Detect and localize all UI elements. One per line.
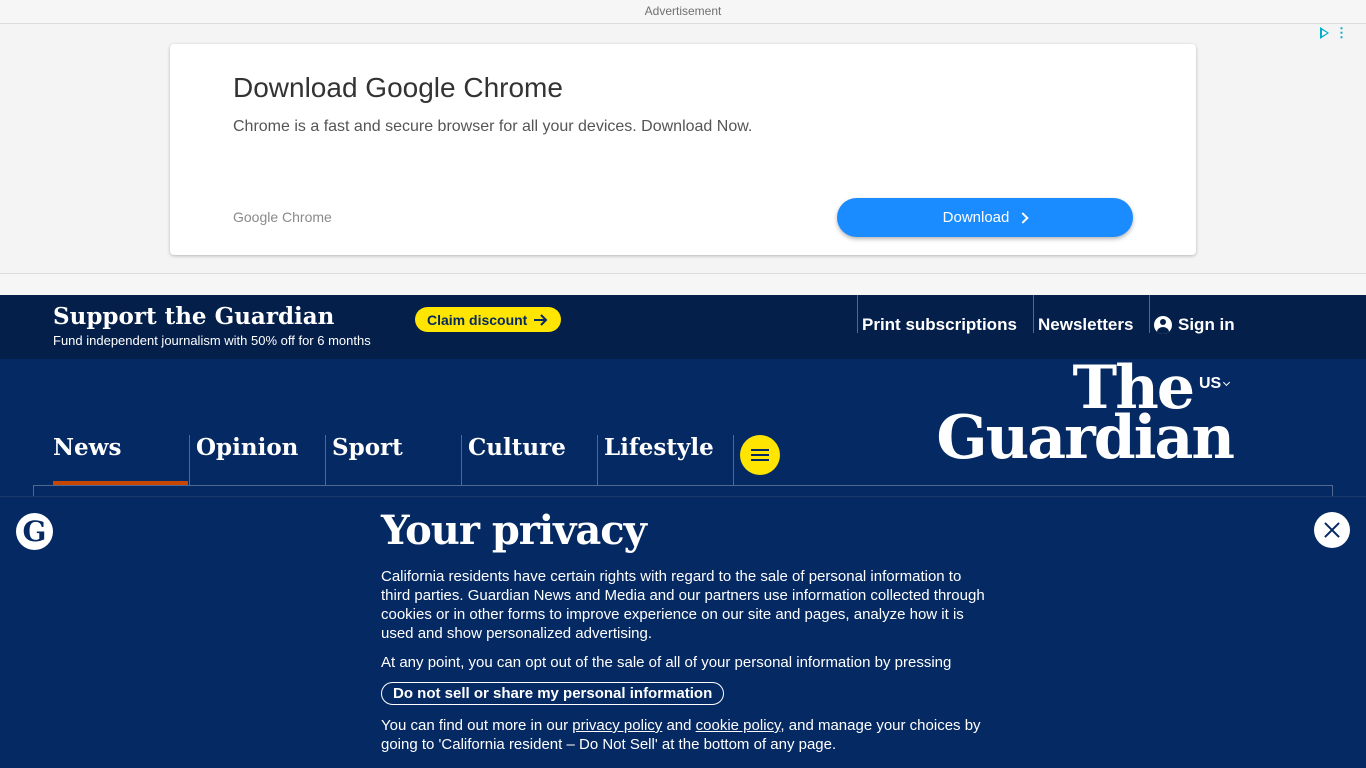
print-subscriptions-label: Print subscriptions (862, 315, 1017, 334)
site-header: US The Guardian News Opinion Sport Cultu… (0, 358, 1366, 496)
guardian-logo[interactable]: The Guardian (936, 358, 1235, 473)
ad-download-label: Download (942, 209, 1010, 226)
ad-card[interactable]: Download Google Chrome Chrome is a fast … (170, 44, 1196, 255)
ad-title[interactable]: Download Google Chrome (233, 72, 563, 104)
guardian-roundel-icon: G (16, 513, 53, 550)
chevron-right-icon (1017, 211, 1030, 224)
primary-nav: News Opinion Sport Culture Lifestyle (53, 435, 780, 485)
ad-brand: Google Chrome (233, 209, 332, 225)
ad-download-button[interactable]: Download (837, 198, 1133, 237)
logo-line-2: Guardian (936, 403, 1235, 473)
newsletters-link[interactable]: Newsletters (1033, 295, 1149, 334)
sign-in-link[interactable]: Sign in (1149, 295, 1239, 334)
hamburger-icon-line (751, 449, 769, 451)
nav-opinion[interactable]: Opinion (189, 435, 325, 485)
privacy-policy-link[interactable]: privacy policy (572, 717, 662, 734)
do-not-sell-button[interactable]: Do not sell or share my personal informa… (381, 682, 725, 705)
nav-rule-left (33, 485, 34, 496)
privacy-banner: G Your privacy California residents have… (0, 496, 1366, 768)
privacy-paragraph-1: California residents have certain rights… (381, 568, 985, 642)
nav-rule-right (1332, 485, 1333, 496)
privacy-text-b: and (662, 717, 696, 734)
support-banner: Support the Guardian Fund independent jo… (0, 295, 1366, 359)
privacy-text-a: You can find out more in our (381, 717, 573, 734)
nav-culture[interactable]: Culture (461, 435, 597, 485)
more-options-icon[interactable]: ⋮ (1335, 26, 1348, 39)
nav-divider (733, 435, 780, 485)
print-subscriptions-link[interactable]: Print subscriptions (857, 295, 1033, 334)
support-subtitle: Fund independent journalism with 50% off… (53, 333, 371, 348)
privacy-paragraph-2: At any point, you can opt out of the sal… (381, 654, 952, 671)
privacy-paragraph-3: You can find out more in our privacy pol… (381, 716, 991, 754)
claim-discount-label: Claim discount (427, 311, 528, 328)
sign-in-label: Sign in (1178, 315, 1235, 334)
nav-rule (33, 485, 1333, 486)
cookie-policy-link[interactable]: cookie policy (696, 717, 781, 734)
nav-lifestyle[interactable]: Lifestyle (597, 435, 733, 485)
ad-description: Chrome is a fast and secure browser for … (233, 118, 753, 135)
user-icon (1154, 316, 1172, 334)
top-links: Print subscriptions Newsletters Sign in (857, 295, 1239, 334)
ad-label: Advertisement (0, 0, 1366, 24)
hamburger-icon-line (751, 454, 769, 456)
close-button[interactable] (1314, 512, 1350, 548)
nav-sport[interactable]: Sport (325, 435, 461, 485)
claim-discount-button[interactable]: Claim discount (415, 307, 562, 332)
advertisement-area: Advertisement ⋮ Download Google Chrome C… (0, 0, 1366, 295)
menu-button[interactable] (740, 435, 780, 475)
ad-frame: ⋮ Download Google Chrome Chrome is a fas… (0, 24, 1366, 274)
privacy-title: Your privacy (381, 507, 647, 554)
adchoices-icon[interactable] (1320, 27, 1329, 39)
hamburger-icon-line (751, 459, 769, 461)
arrow-right-icon (534, 313, 548, 326)
support-title: Support the Guardian (53, 303, 335, 330)
nav-news[interactable]: News (53, 435, 189, 485)
newsletters-label: Newsletters (1038, 315, 1134, 334)
ad-choices[interactable]: ⋮ (1320, 26, 1348, 39)
